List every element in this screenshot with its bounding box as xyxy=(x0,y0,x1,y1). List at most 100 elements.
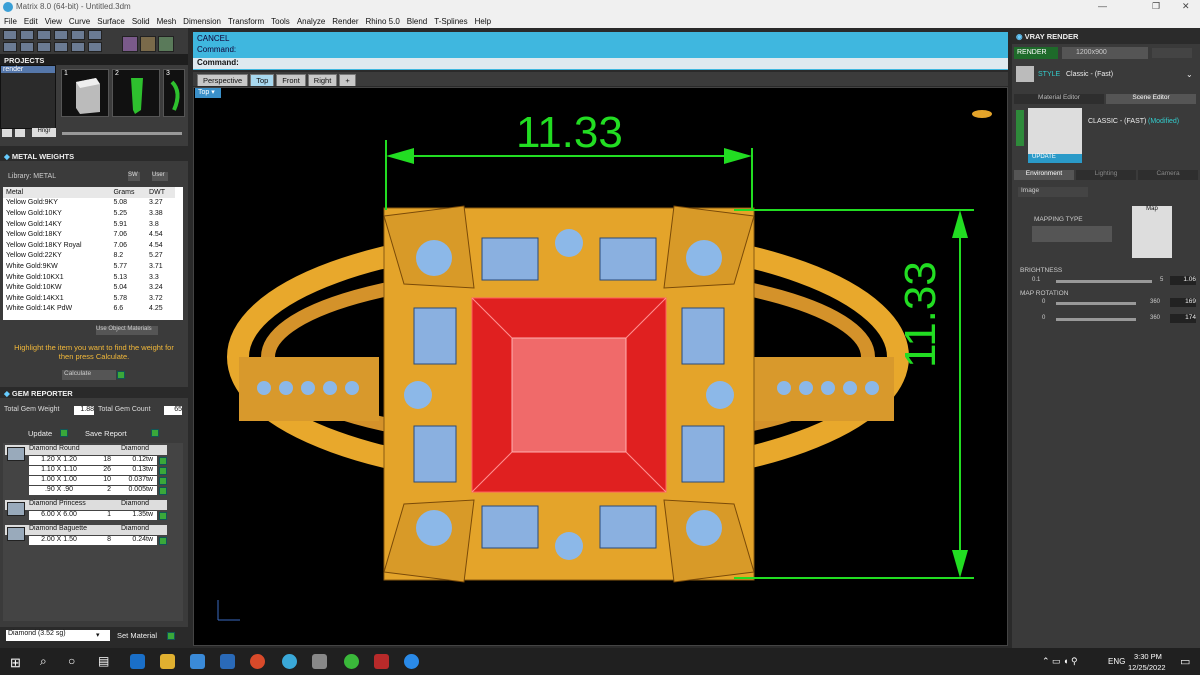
gem-group-header[interactable]: Diamond Baguette Diamond xyxy=(5,525,167,535)
matrix-app-icon[interactable] xyxy=(312,654,327,669)
tool-icon[interactable] xyxy=(20,42,34,52)
table-row[interactable]: Yellow Gold:10KY 5.25 3.38 xyxy=(3,208,175,219)
rotation-value-2[interactable]: 174 xyxy=(1170,314,1196,323)
update-scene-button[interactable]: UPDATE xyxy=(1028,154,1082,163)
tab-material-editor[interactable]: Material Editor xyxy=(1014,94,1104,104)
gem-row[interactable]: .90 X .90 2 0.005tw xyxy=(29,486,157,495)
table-row[interactable]: White Gold:10KX1 5.13 3.3 xyxy=(3,272,175,283)
update-button[interactable]: Update xyxy=(28,429,52,438)
hinge-button[interactable]: Hngr xyxy=(32,128,56,137)
save-report-button[interactable]: Save Report xyxy=(85,429,127,438)
search-icon[interactable]: ⌕ xyxy=(40,654,47,669)
column-header[interactable]: Metal xyxy=(3,187,111,198)
tool-icon[interactable] xyxy=(37,42,51,52)
tool-icon[interactable] xyxy=(88,42,102,52)
menu-curve[interactable]: Curve xyxy=(69,17,90,26)
language-indicator[interactable]: ENG xyxy=(1108,657,1125,666)
clock-date[interactable]: 12/25/2022 xyxy=(1128,663,1166,672)
notification-icon[interactable]: ▭ xyxy=(1180,655,1190,668)
rotation-value-1[interactable]: 169 xyxy=(1170,298,1196,307)
render-button[interactable]: RENDER xyxy=(1014,47,1058,59)
menu-transform[interactable]: Transform xyxy=(228,17,264,26)
sw-toggle[interactable]: SW xyxy=(128,172,140,181)
chevron-down-icon[interactable]: ▾ xyxy=(96,631,100,639)
brightness-slider[interactable] xyxy=(1056,280,1152,283)
gem-row[interactable]: 2.00 X 1.50 8 0.24tw xyxy=(29,536,157,545)
material-select[interactable]: Diamond (3.52 sg) xyxy=(6,630,110,641)
rotation-slider-1[interactable] xyxy=(1056,302,1136,305)
tool-icon[interactable] xyxy=(88,30,102,40)
project-thumbnail[interactable]: 2 xyxy=(112,69,160,117)
table-row[interactable]: White Gold:10KW 5.04 3.24 xyxy=(3,282,175,293)
column-header[interactable]: DWT xyxy=(146,187,175,198)
add-icon[interactable] xyxy=(15,129,25,137)
viewport-top[interactable]: 11.33 11.33 xyxy=(193,87,1008,646)
select-gem-icon[interactable] xyxy=(159,512,167,520)
mail-icon[interactable] xyxy=(220,654,235,669)
tool-icon[interactable] xyxy=(54,30,68,40)
table-row[interactable]: Yellow Gold:9KY 5.08 3.27 xyxy=(3,198,175,209)
map-preview[interactable]: Map xyxy=(1132,206,1172,258)
maximize-button[interactable]: ❐ xyxy=(1152,1,1160,12)
column-header[interactable]: Grams xyxy=(110,187,147,198)
minimize-button[interactable]: — xyxy=(1098,1,1107,11)
tool-icon[interactable] xyxy=(71,30,85,40)
select-gem-icon[interactable] xyxy=(159,477,167,485)
close-button[interactable]: ✕ xyxy=(1182,1,1190,12)
menu-tsplines[interactable]: T-Splines xyxy=(434,17,467,26)
tool-icon[interactable] xyxy=(122,36,138,52)
tool-icon[interactable] xyxy=(71,42,85,52)
metal-table[interactable]: Metal Grams DWT Yellow Gold:9KY 5.08 3.27 Y… xyxy=(3,187,183,320)
task-view-icon[interactable]: ○ xyxy=(68,654,75,668)
menu-blend[interactable]: Blend xyxy=(407,17,427,26)
command-input[interactable]: Command: xyxy=(193,58,1008,69)
table-row[interactable]: Yellow Gold:18KY Royal 7.06 4.54 xyxy=(3,240,175,251)
projects-scrollbar[interactable] xyxy=(62,132,182,135)
vray-toolbar[interactable] xyxy=(1152,48,1192,58)
view-cube-icon[interactable] xyxy=(972,110,992,118)
table-row[interactable]: Yellow Gold:18KY 7.06 4.54 xyxy=(3,229,175,240)
add-icon[interactable] xyxy=(2,129,12,137)
gem-list[interactable]: Diamond Round Diamond 1.20 X 1.20 18 0.12tw 1… xyxy=(3,443,183,621)
menu-rhino[interactable]: Rhino 5.0 xyxy=(366,17,400,26)
tab-perspective[interactable]: Perspective xyxy=(197,74,249,86)
system-tray-icons[interactable]: ⌃ ▭ ◖ ⚲ xyxy=(1042,656,1078,667)
calculate-go-icon[interactable] xyxy=(117,371,125,379)
tool-icon[interactable] xyxy=(20,30,34,40)
tab-top[interactable]: Top xyxy=(250,74,275,86)
update-go-icon[interactable] xyxy=(60,429,68,437)
save-report-go-icon[interactable] xyxy=(151,429,159,437)
tool-icon[interactable] xyxy=(3,42,17,52)
menu-file[interactable]: File xyxy=(4,17,17,26)
tab-right[interactable]: Right xyxy=(307,74,338,86)
menu-tools[interactable]: Tools xyxy=(271,17,290,26)
menu-edit[interactable]: Edit xyxy=(24,17,38,26)
menu-mesh[interactable]: Mesh xyxy=(157,17,177,26)
tab-lighting[interactable]: Lighting xyxy=(1076,170,1136,180)
set-material-button[interactable]: Set Material xyxy=(117,631,157,640)
zoom-icon[interactable] xyxy=(404,654,419,669)
menu-help[interactable]: Help xyxy=(475,17,491,26)
tab-camera[interactable]: Camera xyxy=(1138,170,1198,180)
use-object-materials-checkbox[interactable]: Use Object Materials xyxy=(96,326,158,335)
store-icon[interactable] xyxy=(190,654,205,669)
gem-row[interactable]: 1.20 X 1.20 18 0.12tw xyxy=(29,456,157,465)
rotation-slider-2[interactable] xyxy=(1056,318,1136,321)
table-row[interactable]: Yellow Gold:14KY 5.91 3.8 xyxy=(3,219,175,230)
menu-solid[interactable]: Solid xyxy=(132,17,150,26)
table-row[interactable]: Yellow Gold:22KY 8.2 5.27 xyxy=(3,251,175,262)
gem-group-header[interactable]: Diamond Round Diamond xyxy=(5,445,167,455)
select-gem-icon[interactable] xyxy=(159,467,167,475)
tab-scene-editor[interactable]: Scene Editor xyxy=(1106,94,1196,104)
tool-icon[interactable] xyxy=(54,42,68,52)
menu-surface[interactable]: Surface xyxy=(97,17,125,26)
app-icon[interactable] xyxy=(282,654,297,669)
gem-group-header[interactable]: Diamond Princess Diamond xyxy=(5,500,167,510)
mapping-type-buttons[interactable] xyxy=(1032,226,1112,242)
select-gem-icon[interactable] xyxy=(159,457,167,465)
table-row[interactable]: White Gold:14KX1 5.78 3.72 xyxy=(3,293,175,304)
file-explorer-icon[interactable] xyxy=(160,654,175,669)
viewport-name-label[interactable]: Top ▾ xyxy=(195,88,221,98)
menu-dimension[interactable]: Dimension xyxy=(183,17,221,26)
menu-view[interactable]: View xyxy=(45,17,62,26)
